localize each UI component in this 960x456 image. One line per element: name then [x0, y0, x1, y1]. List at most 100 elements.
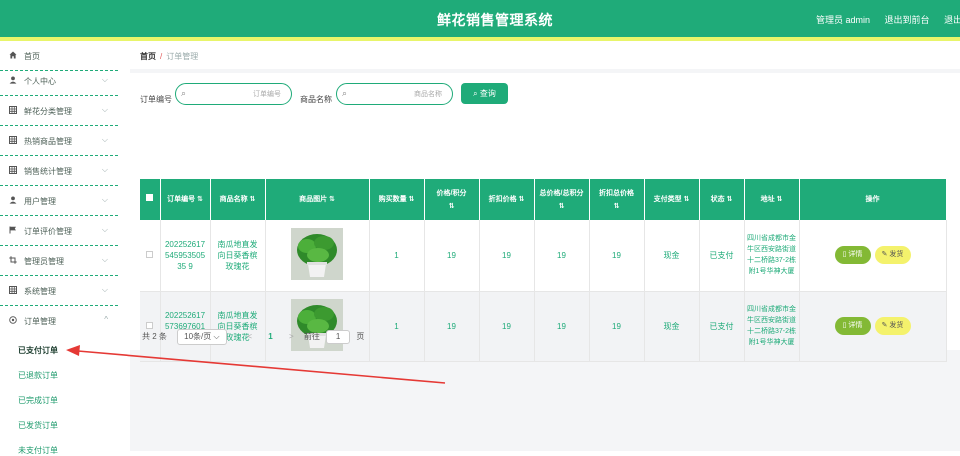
sidebar-item-label: 热销商品管理 [24, 137, 72, 146]
pay-type-cell: 现金 [644, 220, 700, 292]
sidebar-item-personal-center[interactable]: 个人中心 ⌵ [0, 66, 118, 96]
sidebar-subitem-refunded-orders[interactable]: 已退款订单 [18, 370, 58, 381]
sidebar-item-label: 鲜花分类管理 [24, 107, 72, 116]
row-checkbox[interactable] [140, 291, 161, 362]
next-page-button[interactable]: > [289, 332, 294, 341]
flag-icon [9, 226, 16, 234]
user-icon [9, 196, 17, 204]
settings-icon [9, 316, 17, 324]
order-no-cell: 20225261754595350535 9 [160, 220, 211, 292]
col-order-no[interactable]: 订单编号 ⇅ [160, 179, 211, 220]
sidebar-item-label: 销售统计管理 [24, 167, 72, 176]
breadcrumb-bar: 首页 / 订单管理 [130, 41, 960, 69]
detail-button[interactable]: ▯ 详情 [834, 317, 871, 335]
search-icon: ⌕ [181, 88, 187, 98]
address-cell: 四川省成都市金牛区西安路街道十二桥路37-2栋附1号华神大厦 [744, 220, 800, 292]
breadcrumb-home[interactable]: 首页 [140, 52, 156, 61]
select-all-checkbox[interactable] [140, 179, 161, 220]
sidebar-item-label: 管理员管理 [24, 257, 64, 266]
query-button[interactable]: ⌕ 查询 [461, 83, 508, 104]
pagination: 共 2 条 10条/页 ⌵ < 1 > 前往 1 页 [142, 329, 364, 345]
sidebar-subitem-shipped-orders[interactable]: 已发货订单 [18, 420, 58, 431]
table-row[interactable]: 20225261754595350535 9 南瓜地直发向日葵香槟玫瑰花 1 1… [140, 220, 947, 292]
current-page[interactable]: 1 [268, 332, 272, 341]
sidebar: 首页 个人中心 ⌵ 鲜花分类管理 ⌵ 热销商品管理 ⌵ 销售统计管理 ⌵ 用户管… [0, 41, 118, 455]
ship-button[interactable]: ✎ 发货 [874, 246, 911, 265]
logout-link[interactable]: 退出登 [944, 15, 960, 25]
chevron-down-icon: ⌵ [101, 285, 108, 294]
sidebar-item-orders[interactable]: 订单管理 ^ [0, 306, 118, 336]
col-quantity[interactable]: 购买数量 ⇅ [369, 179, 425, 220]
sidebar-item-admins[interactable]: 管理员管理 ⌵ [0, 246, 118, 276]
col-status[interactable]: 状态 ⇅ [699, 179, 745, 220]
col-product-name[interactable]: 商品名称 ⇅ [210, 179, 266, 220]
quantity-cell: 1 [369, 291, 425, 362]
discount-total-cell: 19 [589, 291, 645, 362]
col-price[interactable]: 价格/积分 ⇅ [424, 179, 480, 220]
col-discount-price[interactable]: 折扣价格 ⇅ [479, 179, 535, 220]
sidebar-item-label: 订单评价管理 [24, 227, 72, 236]
pay-type-cell: 现金 [644, 291, 700, 362]
home-icon [9, 51, 17, 59]
col-discount-total[interactable]: 折扣总价格 ⇅ [589, 179, 645, 220]
col-address[interactable]: 地址 ⇅ [744, 179, 800, 220]
sidebar-item-system[interactable]: 系统管理 ⌵ [0, 276, 118, 306]
to-frontend-link[interactable]: 退出到前台 [885, 15, 930, 25]
detail-button[interactable]: ▯ 详情 [834, 246, 871, 265]
col-pay-type[interactable]: 支付类型 ⇅ [644, 179, 700, 220]
row-checkbox[interactable] [140, 220, 161, 292]
chevron-down-icon: ⌵ [101, 105, 108, 114]
goto-label: 前往 [303, 332, 320, 341]
product-image-cell [265, 291, 370, 362]
grid-icon [9, 136, 17, 144]
product-name-search-box[interactable]: ⌕ [336, 83, 453, 105]
sidebar-item-label: 个人中心 [24, 77, 56, 86]
grid-icon [9, 106, 17, 114]
table-header-row: 订单编号 ⇅ 商品名称 ⇅ 商品图片 ⇅ 购买数量 ⇅ 价格/积分 ⇅ 折扣价格 … [140, 179, 947, 220]
grid-icon [9, 166, 17, 174]
sidebar-item-label: 用户管理 [24, 197, 56, 206]
total-cell: 19 [534, 291, 590, 362]
goto-page-input[interactable]: 1 [326, 330, 351, 344]
sidebar-item-sales-stats[interactable]: 销售统计管理 ⌵ [0, 156, 118, 186]
ship-button[interactable]: ✎ 发货 [874, 317, 911, 335]
actions-cell: ▯ 详情 ✎ 发货 [799, 291, 947, 362]
address-cell: 四川省成都市金牛区西安路街道十二桥路37-2栋附1号华神大厦 [744, 291, 800, 362]
plant-image[interactable] [291, 227, 343, 280]
page-size-select[interactable]: 10条/页 ⌵ [177, 329, 228, 345]
sidebar-subitem-completed-orders[interactable]: 已完成订单 [18, 395, 58, 406]
order-no-search-box[interactable]: ⌕ [175, 83, 292, 105]
product-name-input[interactable] [353, 88, 442, 101]
product-name-label: 商品名称 [300, 95, 332, 104]
prev-page-button[interactable]: < [247, 332, 252, 341]
sidebar-item-label: 首页 [24, 52, 40, 61]
breadcrumb: 首页 / 订单管理 [140, 51, 198, 62]
search-icon: ⌕ [342, 88, 348, 98]
sidebar-item-order-reviews[interactable]: 订单评价管理 ⌵ [0, 216, 118, 246]
sidebar-item-label: 订单管理 [24, 317, 56, 326]
sidebar-item-users[interactable]: 用户管理 ⌵ [0, 186, 118, 216]
col-actions: 操作 [799, 179, 947, 220]
sidebar-item-hot-products[interactable]: 热销商品管理 ⌵ [0, 126, 118, 156]
chevron-down-icon: ⌵ [101, 225, 108, 234]
sidebar-item-label: 系统管理 [24, 287, 56, 296]
chevron-down-icon: ⌵ [101, 165, 108, 174]
table-row[interactable]: 20225261757369760117 3 南瓜地直发向日葵香槟玫瑰花 [140, 291, 947, 362]
quantity-cell: 1 [369, 220, 425, 292]
col-total[interactable]: 总价格/总积分 ⇅ [534, 179, 590, 220]
discount-price-cell: 19 [479, 220, 535, 292]
sidebar-item-flower-category[interactable]: 鲜花分类管理 ⌵ [0, 96, 118, 126]
order-no-input[interactable] [192, 88, 281, 101]
product-image-cell [265, 220, 370, 292]
chevron-up-icon: ^ [104, 315, 108, 324]
sidebar-subitem-paid-orders[interactable]: 已支付订单 [18, 345, 58, 356]
discount-total-cell: 19 [589, 220, 645, 292]
query-button-label: 查询 [479, 89, 496, 98]
pager-total: 共 2 条 [142, 332, 167, 341]
user-icon [9, 76, 17, 84]
chevron-down-icon: ⌵ [101, 75, 108, 84]
order-panel: 订单编号 ⌕ 商品名称 ⌕ ⌕ 查询 订单编号 ⇅ 商品名称 ⇅ 商品图片 ⇅ [130, 73, 960, 362]
top-right-links: 管理员 admin 退出到前台 退出登 [816, 13, 960, 26]
col-product-image[interactable]: 商品图片 ⇅ [265, 179, 370, 220]
chevron-down-icon: ⌵ [101, 195, 108, 204]
